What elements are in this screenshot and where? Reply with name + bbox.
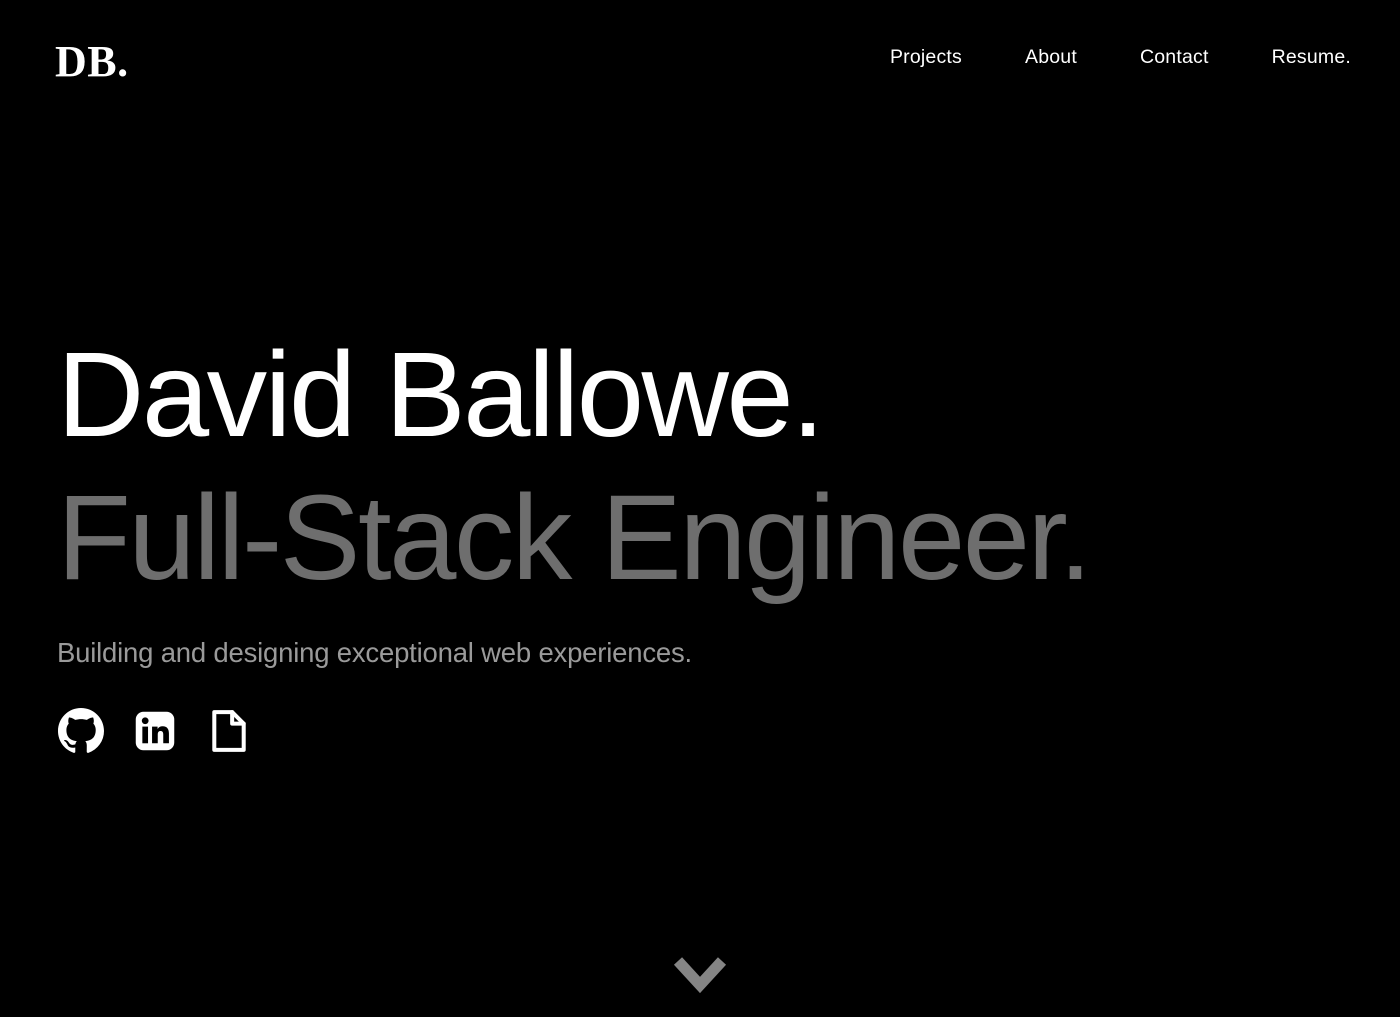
hero-name: David Ballowe. bbox=[57, 326, 825, 462]
linkedin-link[interactable] bbox=[131, 707, 179, 755]
hero-tagline: Building and designing exceptional web e… bbox=[57, 637, 692, 668]
linkedin-icon bbox=[133, 709, 177, 753]
landing-page: DB. Projects About Contact Resume. David… bbox=[0, 0, 1400, 1017]
resume-link[interactable] bbox=[205, 707, 253, 755]
site-header: DB. Projects About Contact Resume. bbox=[0, 0, 1400, 140]
github-icon bbox=[58, 708, 104, 754]
main-nav: Projects About Contact Resume. bbox=[890, 47, 1351, 68]
hero-role: Full-Stack Engineer. bbox=[57, 469, 1092, 605]
resume-document-icon bbox=[208, 708, 250, 754]
nav-link-contact[interactable]: Contact bbox=[1140, 47, 1209, 68]
nav-link-projects[interactable]: Projects bbox=[890, 47, 962, 68]
chevron-down-icon bbox=[672, 953, 728, 1000]
social-links bbox=[57, 707, 1357, 755]
scroll-down-button[interactable] bbox=[668, 950, 732, 1002]
nav-link-about[interactable]: About bbox=[1025, 47, 1077, 68]
github-link[interactable] bbox=[57, 707, 105, 755]
site-logo[interactable]: DB. bbox=[55, 40, 129, 84]
nav-link-resume[interactable]: Resume. bbox=[1272, 47, 1351, 68]
hero-section: David Ballowe. Full-Stack Engineer. Buil… bbox=[57, 334, 1357, 755]
